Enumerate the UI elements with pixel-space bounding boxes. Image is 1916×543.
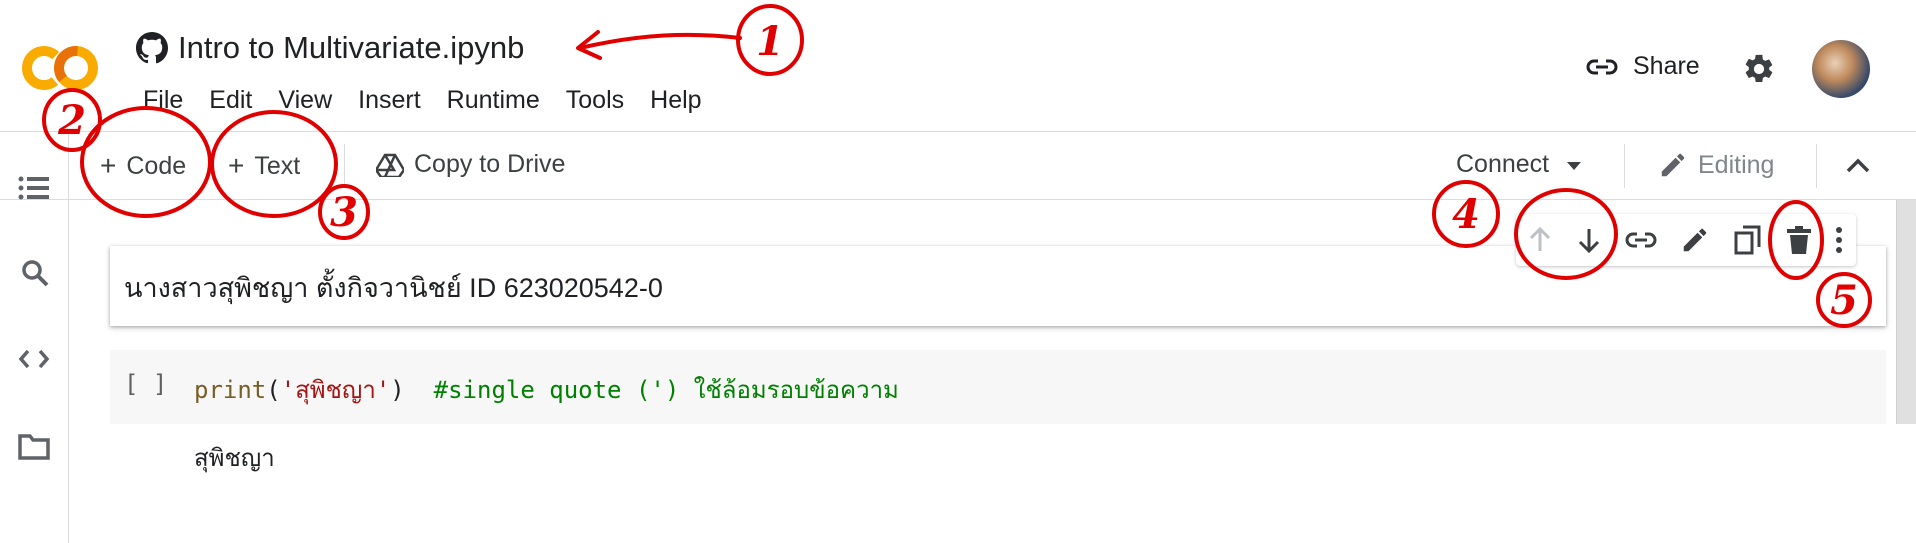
annotation-number-3: 3 — [330, 189, 358, 236]
annotation-circle — [80, 106, 212, 218]
annotation-number-5: 5 — [1830, 277, 1858, 324]
annotation-layer: 1 2 3 4 5 — [42, 4, 1872, 328]
annotation-circle — [1514, 188, 1618, 280]
annotation-number-1: 1 — [756, 18, 784, 65]
annotation-number-2: 2 — [57, 97, 86, 144]
annotation-arrow — [578, 32, 742, 50]
annotation-circle — [1768, 200, 1824, 280]
annotation-circle — [210, 110, 338, 218]
annotation-number-4: 4 — [1452, 191, 1480, 238]
